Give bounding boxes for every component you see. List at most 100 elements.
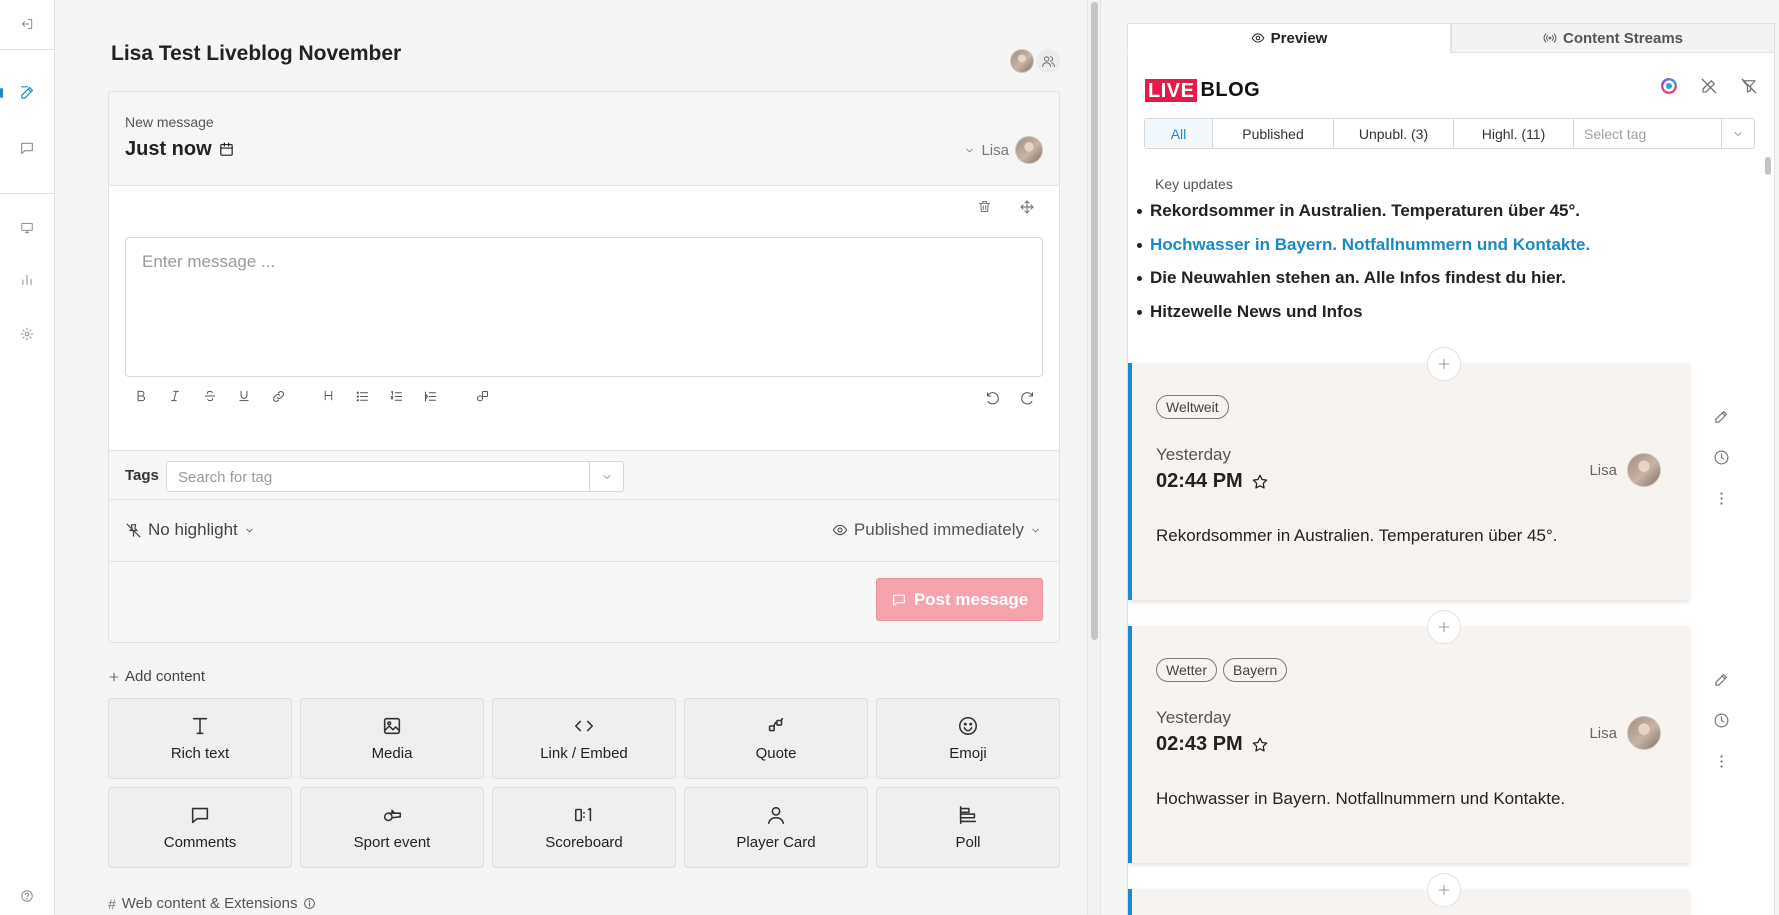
edit-icon[interactable] [1713,408,1730,425]
text-icon [189,715,211,737]
post-author: Lisa [1589,453,1661,487]
link-icon[interactable] [271,389,286,404]
strikethrough-icon[interactable] [203,389,217,403]
key-update-item[interactable]: Rekordsommer in Australien. Temperaturen… [1137,201,1590,235]
tab-preview[interactable]: Preview [1127,23,1451,53]
edit-icon[interactable] [15,80,39,104]
bullet-list-icon[interactable] [355,389,370,404]
highlight-dropdown[interactable]: No highlight [125,520,255,540]
insert-post-button[interactable] [1427,610,1461,644]
broadcast-icon [1543,31,1557,45]
tile-link-embed[interactable]: Link / Embed [492,698,676,779]
author-selector[interactable]: Lisa [964,136,1043,164]
tag-select[interactable]: Select tag [1574,119,1722,148]
tile-emoji[interactable]: Emoji [876,698,1060,779]
trash-icon[interactable] [977,199,992,214]
post-text: Hochwasser in Bayern. Notfallnummern und… [1156,789,1566,808]
add-content[interactable]: Add content [108,668,205,685]
indent-list-icon[interactable] [423,389,438,404]
settings-icon[interactable] [15,322,39,346]
tile-comments[interactable]: Comments [108,787,292,868]
left-rail [0,0,55,915]
filter-highlighted[interactable]: Highl. (11) [1454,119,1574,148]
tile-media[interactable]: Media [300,698,484,779]
filter-published[interactable]: Published [1213,119,1334,148]
eye-icon [1251,31,1265,45]
comment-icon[interactable] [15,136,39,160]
chevron-down-icon[interactable] [1722,119,1754,148]
calendar-icon[interactable] [218,141,235,158]
filter-off-icon[interactable] [1740,77,1758,95]
edit-icon[interactable] [1713,671,1730,688]
tile-label: Link / Embed [540,745,628,762]
tag-search-placeholder: Search for tag [178,469,273,486]
clock-icon[interactable] [1713,712,1730,729]
exit-icon[interactable] [15,12,39,36]
filter-all[interactable]: All [1145,119,1213,148]
insert-post-button[interactable] [1427,873,1461,907]
megaphone-icon [891,592,907,608]
numbered-list-icon[interactable] [389,389,404,404]
collaborators[interactable] [1010,49,1060,73]
tab-content-streams[interactable]: Content Streams [1451,23,1775,53]
stats-icon[interactable] [15,268,39,292]
tile-player-card[interactable]: Player Card [684,787,868,868]
tile-label: Sport event [353,834,431,851]
message-editor[interactable]: Enter message ... [125,237,1043,377]
clock-icon[interactable] [1713,449,1730,466]
special-format-icon[interactable] [475,389,490,404]
chevron-down-icon[interactable] [589,462,623,491]
filter-unpublished[interactable]: Unpubl. (3) [1334,119,1454,148]
tile-label: Scoreboard [545,834,623,851]
image-icon [381,715,403,737]
tile-quote[interactable]: Quote [684,698,868,779]
star-icon[interactable] [1251,736,1269,754]
edit-off-icon[interactable] [1700,77,1718,95]
poll-icon [957,804,979,826]
preview-scrollbar[interactable] [1762,153,1774,915]
key-update-item[interactable]: Hochwasser in Bayern. Notfallnummern und… [1137,235,1590,269]
tag-chip[interactable]: Weltweit [1156,395,1229,419]
tag-search-input[interactable]: Search for tag [166,461,624,492]
key-update-item[interactable]: Die Neuwahlen stehen an. Alle Infos find… [1137,268,1590,302]
info-icon[interactable] [303,897,316,910]
monitor-icon[interactable] [15,216,39,240]
post-text: Rekordsommer in Australien. Temperaturen… [1156,526,1558,545]
editor-area: Lisa Test Liveblog November New message … [56,0,1087,915]
web-content-section[interactable]: # Web content & Extensions [108,895,316,912]
tile-scoreboard[interactable]: Scoreboard [492,787,676,868]
post-message-button[interactable]: Post message [876,578,1043,621]
heading-icon[interactable] [322,389,335,402]
star-icon[interactable] [1251,473,1269,491]
tile-poll[interactable]: Poll [876,787,1060,868]
users-icon[interactable] [1036,49,1060,73]
author-name: Lisa [981,141,1009,159]
move-icon[interactable] [1019,199,1035,215]
post-time-value: 02:43 PM [1156,733,1243,755]
tag-chip[interactable]: Bayern [1222,658,1288,682]
italic-icon[interactable] [168,389,182,403]
active-indicator [0,88,3,98]
scrollbar-thumb[interactable] [1091,2,1098,640]
editor-scrollbar[interactable] [1087,0,1101,915]
message-time[interactable]: Just now [125,138,235,161]
publish-dropdown[interactable]: Published immediately [832,520,1041,540]
scrollbar-thumb[interactable] [1765,157,1771,175]
tag-chip[interactable]: Wetter [1156,658,1217,682]
post-time-value: 02:44 PM [1156,470,1243,492]
tile-sport-event[interactable]: Sport event [300,787,484,868]
tags-label: Tags [125,467,159,484]
bold-icon[interactable] [134,389,148,403]
key-update-item[interactable]: Hitzewelle News und Infos [1137,302,1590,336]
insert-post-button[interactable] [1427,347,1461,381]
post-button-label: Post message [913,589,1029,609]
redo-icon[interactable] [1020,391,1035,406]
more-vertical-icon[interactable] [1713,753,1730,770]
help-icon[interactable] [15,884,39,908]
underline-icon[interactable] [237,389,251,403]
undo-icon[interactable] [985,391,1000,406]
more-vertical-icon[interactable] [1713,490,1730,507]
color-wheel-icon[interactable] [1660,77,1678,95]
tile-rich-text[interactable]: Rich text [108,698,292,779]
post-author-name: Lisa [1589,461,1617,479]
